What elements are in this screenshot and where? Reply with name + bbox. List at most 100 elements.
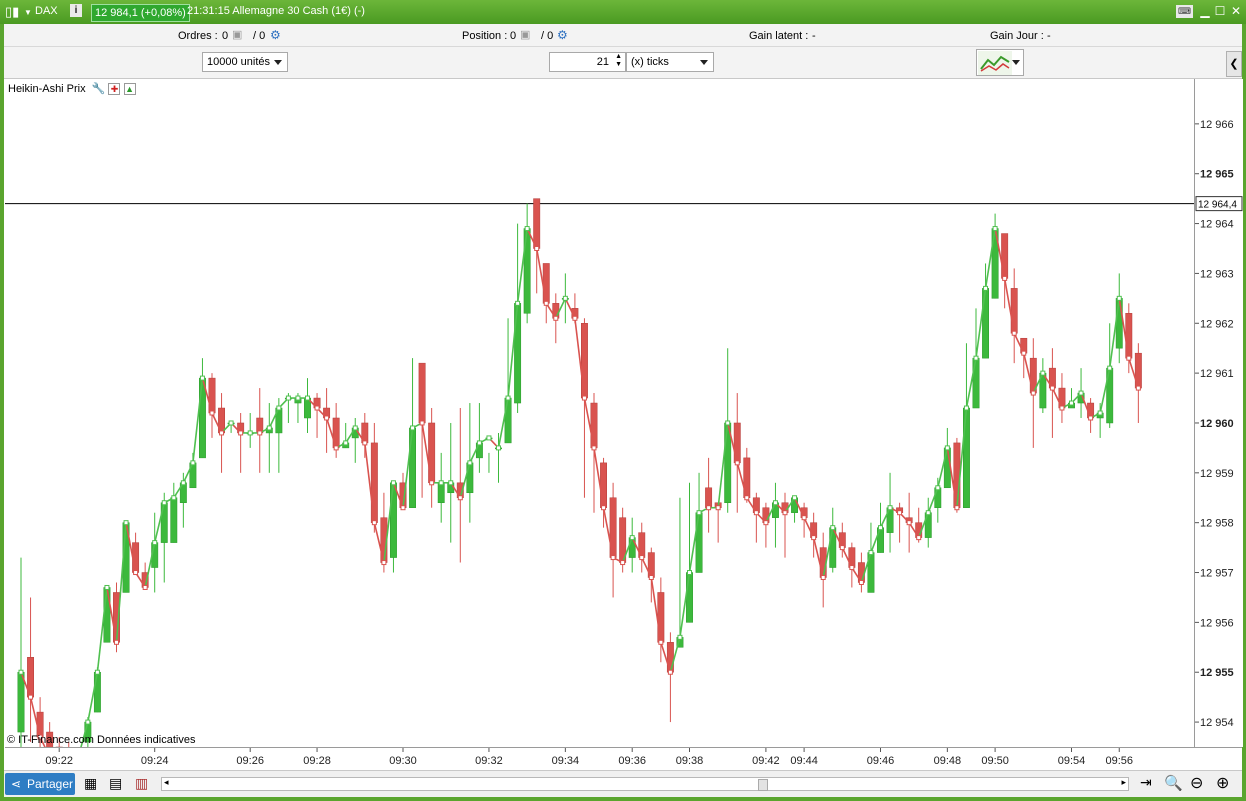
info-icon[interactable]: i — [70, 4, 82, 17]
x-tick-label: 09:24 — [141, 755, 169, 767]
keyboard-icon[interactable]: ⌨ — [1176, 5, 1193, 18]
close-point — [677, 634, 683, 640]
close-point — [238, 430, 244, 436]
close-point — [572, 315, 578, 321]
close-icon[interactable]: ✕ — [1229, 5, 1243, 18]
y-tick-label: 12 955 — [1200, 667, 1234, 679]
close-point — [496, 445, 501, 451]
ticks-stepper[interactable]: 21 ▲ ▼ — [549, 52, 626, 72]
candle — [475, 403, 483, 473]
scroll-thumb[interactable] — [758, 779, 768, 791]
candle-body — [982, 288, 989, 359]
close-point — [209, 410, 215, 416]
close-point — [801, 515, 807, 521]
x-tick-label: 09:22 — [45, 755, 73, 767]
y-tick-label: 12 956 — [1200, 617, 1234, 629]
close-point — [219, 430, 225, 436]
wrench-icon[interactable]: 🔧 — [92, 83, 106, 95]
quantity-select[interactable]: 10000 unités — [202, 52, 288, 72]
close-point — [954, 505, 960, 511]
candle-body — [1001, 233, 1009, 279]
position-settings-icon[interactable]: ⚙ — [557, 28, 568, 42]
close-point — [667, 669, 673, 675]
minimize-icon[interactable]: ▁ — [1198, 5, 1212, 18]
current-price-label: 12 964,4 — [1198, 200, 1237, 211]
chart-style-button[interactable] — [976, 49, 1024, 76]
close-point — [362, 440, 368, 446]
candle-body — [934, 487, 942, 508]
close-point — [562, 295, 568, 301]
gain-latent-value: - — [812, 30, 816, 42]
close-point — [1069, 400, 1074, 406]
orders-value: 0 — [222, 30, 229, 42]
share-button[interactable]: ⋖ Partager — [5, 773, 75, 795]
close-point — [1135, 385, 1141, 391]
close-point — [687, 570, 692, 576]
candle — [456, 408, 464, 563]
close-point — [161, 500, 167, 506]
bars-icon[interactable]: ▥ — [135, 775, 148, 792]
candle-body — [466, 462, 474, 494]
price-axis[interactable]: 12 966 12 965 12 964 12 963 12 962 12 961 12 9… — [1194, 79, 1243, 747]
horizontal-scrollbar[interactable]: ◂ ▸ — [161, 777, 1129, 791]
candle — [743, 447, 751, 503]
close-point — [333, 445, 339, 451]
close-point — [830, 525, 836, 531]
close-point — [591, 445, 597, 451]
add-indicator-icon[interactable]: ▲ — [123, 83, 136, 95]
x-tick-label: 09:44 — [790, 755, 818, 767]
scroll-right-icon[interactable]: ▸ — [1121, 777, 1126, 788]
candle-body — [418, 362, 426, 424]
close-point — [868, 550, 874, 556]
close-point — [295, 395, 301, 401]
time-axis[interactable]: 09:22 09:24 09:26 09:28 09:30 09:32 09:34 09:36… — [5, 747, 1242, 770]
close-point — [524, 226, 530, 232]
stepper-arrows-icon[interactable]: ▲ ▼ — [615, 53, 622, 69]
close-point — [199, 375, 205, 381]
share-icon: ⋖ — [11, 777, 22, 791]
list-icon[interactable]: ▤ — [109, 775, 122, 792]
chart-type-icon[interactable]: ▯▮ — [5, 4, 19, 20]
close-point — [352, 425, 358, 431]
zoom-fit-icon[interactable]: 🔍 — [1164, 774, 1183, 792]
x-tick-label: 09:32 — [475, 755, 503, 767]
close-point — [992, 226, 998, 232]
time-axis-canvas: 09:22 09:24 09:26 09:28 09:30 09:32 09:34 09:36… — [45, 748, 1133, 767]
close-point — [543, 300, 549, 306]
chevron-down-icon[interactable]: ▼ — [24, 8, 32, 17]
orders-export-icon[interactable]: ▣ — [232, 28, 242, 41]
close-point — [658, 639, 664, 645]
candle — [1039, 358, 1047, 413]
close-point — [314, 405, 320, 411]
price-chart[interactable] — [5, 79, 1194, 777]
close-point — [390, 480, 396, 486]
close-point — [476, 440, 482, 446]
order-controls: 10000 unités 21 ▲ ▼ (x) ticks ❮ — [4, 47, 1242, 79]
scroll-to-end-icon[interactable]: ⇥ — [1140, 774, 1152, 791]
remove-indicator-icon[interactable]: ✚ — [108, 83, 121, 95]
close-point — [429, 480, 435, 486]
close-point — [1097, 410, 1103, 416]
close-point — [696, 510, 702, 516]
close-point — [457, 495, 463, 501]
scroll-left-icon[interactable]: ◂ — [164, 777, 169, 788]
zoom-in-icon[interactable]: ⊕ — [1216, 773, 1229, 793]
candle-body — [93, 671, 101, 713]
candle — [304, 378, 311, 433]
candle-body — [533, 198, 541, 249]
x-tick-label: 09:36 — [618, 755, 646, 767]
instrument-name[interactable]: DAX — [35, 5, 58, 17]
close-point — [983, 285, 989, 291]
zoom-out-icon[interactable]: ⊖ — [1190, 773, 1203, 793]
ticks-unit-select[interactable]: (x) ticks — [626, 52, 714, 72]
candle — [1096, 403, 1104, 438]
close-point — [601, 505, 607, 511]
side-panel-toggle-icon[interactable]: ❮ — [1226, 51, 1242, 77]
layout-icon[interactable]: ▦ — [84, 775, 97, 792]
position-export-icon[interactable]: ▣ — [520, 28, 530, 41]
orders-settings-icon[interactable]: ⚙ — [270, 28, 281, 42]
candle-body — [409, 427, 417, 508]
candle-body — [1115, 298, 1123, 349]
close-point — [324, 415, 330, 421]
maximize-icon[interactable]: ☐ — [1213, 5, 1227, 18]
